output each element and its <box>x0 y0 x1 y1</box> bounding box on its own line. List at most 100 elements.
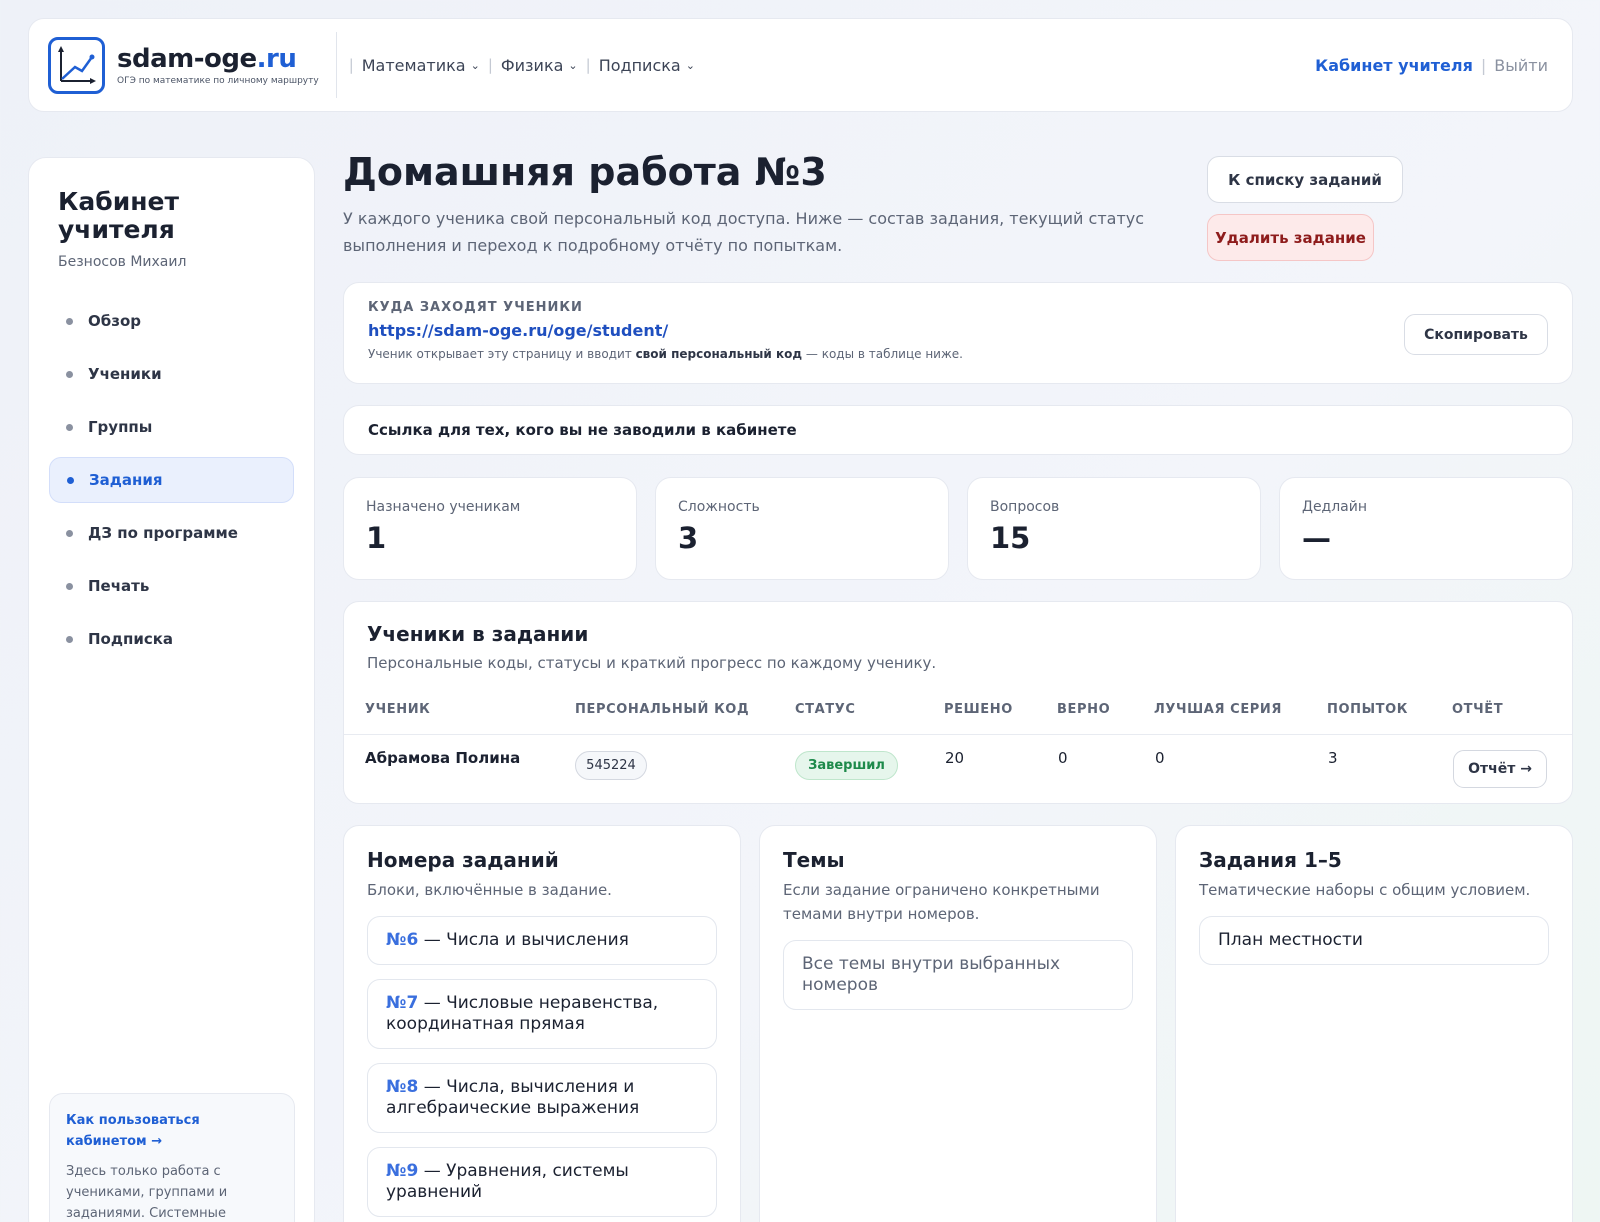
report-button[interactable]: Отчёт → <box>1453 750 1547 788</box>
topics-subtitle: Если задание ограничено конкретными тема… <box>783 881 1100 923</box>
logo-name: sdam-oge <box>117 44 257 74</box>
sidebar-item-subscription[interactable]: Подписка <box>49 616 294 662</box>
sidebar-item-overview[interactable]: Обзор <box>49 298 294 344</box>
delete-assignment-button[interactable]: Удалить задание <box>1207 214 1374 261</box>
task-numbers-title: Номера заданий <box>367 848 559 872</box>
help-link[interactable]: Как пользоваться кабинетом → <box>66 1110 278 1152</box>
student-url-link[interactable]: https://sdam-oge.ru/oge/student/ <box>368 321 1548 340</box>
list-item: №6 — Числа и вычисления <box>367 916 717 965</box>
bullet-icon <box>66 423 73 431</box>
col-header-attempts: ПОПЫТОК <box>1327 702 1409 717</box>
col-header-best-streak: ЛУЧШАЯ СЕРИЯ <box>1154 702 1283 717</box>
stat-difficulty: Сложность 3 <box>655 477 949 580</box>
access-note-bold: свой персональный код <box>635 347 803 361</box>
page-description: У каждого ученика свой персональный код … <box>343 209 1145 255</box>
tasks-1-5-title: Задания 1–5 <box>1199 848 1342 872</box>
nav-separator: | <box>487 56 493 74</box>
nav-separator: | <box>585 56 591 74</box>
sidebar-item-students[interactable]: Ученики <box>49 351 294 397</box>
access-note-start: Ученик открывает эту страницу и вводит <box>368 347 636 361</box>
stat-label: Сложность <box>678 499 760 515</box>
best-streak-count: 0 <box>1155 749 1165 767</box>
logo-tld: .ru <box>256 44 297 74</box>
logo-chart-icon[interactable] <box>48 36 105 94</box>
list-item: №9 — Уравнения, системы уравнений <box>367 1147 717 1217</box>
logo-text[interactable]: sdam-oge.ru ОГЭ по математике по личному… <box>117 44 319 86</box>
stat-label: Дедлайн <box>1302 499 1368 515</box>
header-separator: | <box>1480 55 1487 75</box>
task-topic: — Числа и вычисления <box>418 930 629 950</box>
sidebar-item-assignments[interactable]: Задания <box>49 457 294 503</box>
table-divider <box>344 734 1572 735</box>
sidebar-item-groups[interactable]: Группы <box>49 404 294 450</box>
nav-subscription-label: Подписка <box>598 55 681 75</box>
sidebar-item-program-homework[interactable]: ДЗ по программе <box>49 510 294 556</box>
nav-physics[interactable]: Физика ⌄ <box>501 56 578 75</box>
sidebar-user-name: Безносов Михаил <box>58 254 187 270</box>
col-header-student: УЧЕНИК <box>365 702 431 717</box>
task-number: №8 <box>386 1077 419 1097</box>
stat-label: Вопросов <box>990 499 1060 515</box>
task-number: №6 <box>386 930 419 950</box>
sidebar-menu: Обзор Ученики Группы Задания ДЗ по прогр… <box>49 298 294 662</box>
page-title: Домашняя работа №3 <box>343 150 827 194</box>
bullet-icon <box>67 476 74 484</box>
help-text: Здесь только работа с учениками, группам… <box>66 1164 228 1221</box>
student-name: Абрамова Полина <box>365 749 521 767</box>
logout-link[interactable]: Выйти <box>1494 56 1548 75</box>
header-divider <box>335 32 337 98</box>
sidebar-item-print[interactable]: Печать <box>49 563 294 609</box>
main-nav: | Математика ⌄ | Физика ⌄ | Подписка ⌄ <box>341 56 695 75</box>
chevron-down-icon: ⌄ <box>470 58 480 72</box>
col-header-status: СТАТУС <box>795 702 856 717</box>
nav-math-label: Математика <box>361 55 466 75</box>
access-note-end: — коды в таблице ниже. <box>802 347 963 361</box>
sidebar-title: Кабинет учителя <box>58 187 179 244</box>
topics-title: Темы <box>783 848 845 872</box>
sidebar-item-label: Ученики <box>88 365 162 383</box>
sidebar-item-label: Печать <box>88 577 150 595</box>
stat-value: 3 <box>678 521 699 555</box>
col-header-solved: РЕШЕНО <box>944 702 1013 717</box>
status-badge: Завершил <box>795 751 898 780</box>
bullet-icon <box>66 582 73 590</box>
chevron-down-icon: ⌄ <box>685 58 695 72</box>
correct-count: 0 <box>1058 749 1068 767</box>
task-numbers-card: Номера заданий Блоки, включённые в задан… <box>343 825 741 1222</box>
copy-button[interactable]: Скопировать <box>1404 314 1548 355</box>
top-header: sdam-oge.ru ОГЭ по математике по личному… <box>28 18 1573 112</box>
nav-separator: | <box>348 56 354 74</box>
col-header-code: ПЕРСОНАЛЬНЫЙ КОД <box>575 702 750 717</box>
list-item: №8 — Числа, вычисления и алгебраические … <box>367 1063 717 1133</box>
teacher-cabinet-link[interactable]: Кабинет учителя <box>1315 56 1473 75</box>
students-title: Ученики в задании <box>367 622 589 646</box>
task-numbers-subtitle: Блоки, включённые в задание. <box>367 881 612 899</box>
stat-value: — <box>1302 521 1331 555</box>
help-card: Как пользоваться кабинетом → Здесь тольк… <box>49 1093 295 1222</box>
sidebar-item-label: ДЗ по программе <box>88 524 238 542</box>
bullet-icon <box>66 370 73 378</box>
col-header-correct: ВЕРНО <box>1057 702 1111 717</box>
stat-assigned: Назначено ученикам 1 <box>343 477 637 580</box>
personal-code-badge: 545224 <box>575 751 647 780</box>
access-caption: КУДА ЗАХОДЯТ УЧЕНИКИ <box>368 300 583 315</box>
col-header-report: ОТЧЁТ <box>1452 702 1504 717</box>
students-card: Ученики в задании Персональные коды, ста… <box>343 601 1573 804</box>
stat-value: 15 <box>990 521 1031 555</box>
bullet-icon <box>66 635 73 643</box>
nav-subscription[interactable]: Подписка ⌄ <box>599 56 695 75</box>
task-topic: — Числа, вычисления и алгебраические выр… <box>386 1077 640 1118</box>
tasks-1-5-card: Задания 1–5 Тематические наборы с общим … <box>1175 825 1573 1222</box>
header-account: Кабинет учителя | Выйти <box>1315 56 1548 75</box>
sidebar-item-label: Задания <box>89 471 163 489</box>
sidebar-item-label: Подписка <box>88 630 174 648</box>
nav-math[interactable]: Математика ⌄ <box>362 56 480 75</box>
sidebar-item-label: Группы <box>88 418 153 436</box>
topics-card: Темы Если задание ограничено конкретными… <box>759 825 1157 1222</box>
guest-link-toggle[interactable]: Ссылка для тех, кого вы не заводили в ка… <box>343 405 1573 455</box>
back-to-list-button[interactable]: К списку заданий <box>1207 156 1403 203</box>
stat-label: Назначено ученикам <box>366 499 521 515</box>
sidebar-item-label: Обзор <box>88 312 141 330</box>
task-number: №7 <box>386 993 419 1013</box>
chevron-down-icon: ⌄ <box>568 58 578 72</box>
